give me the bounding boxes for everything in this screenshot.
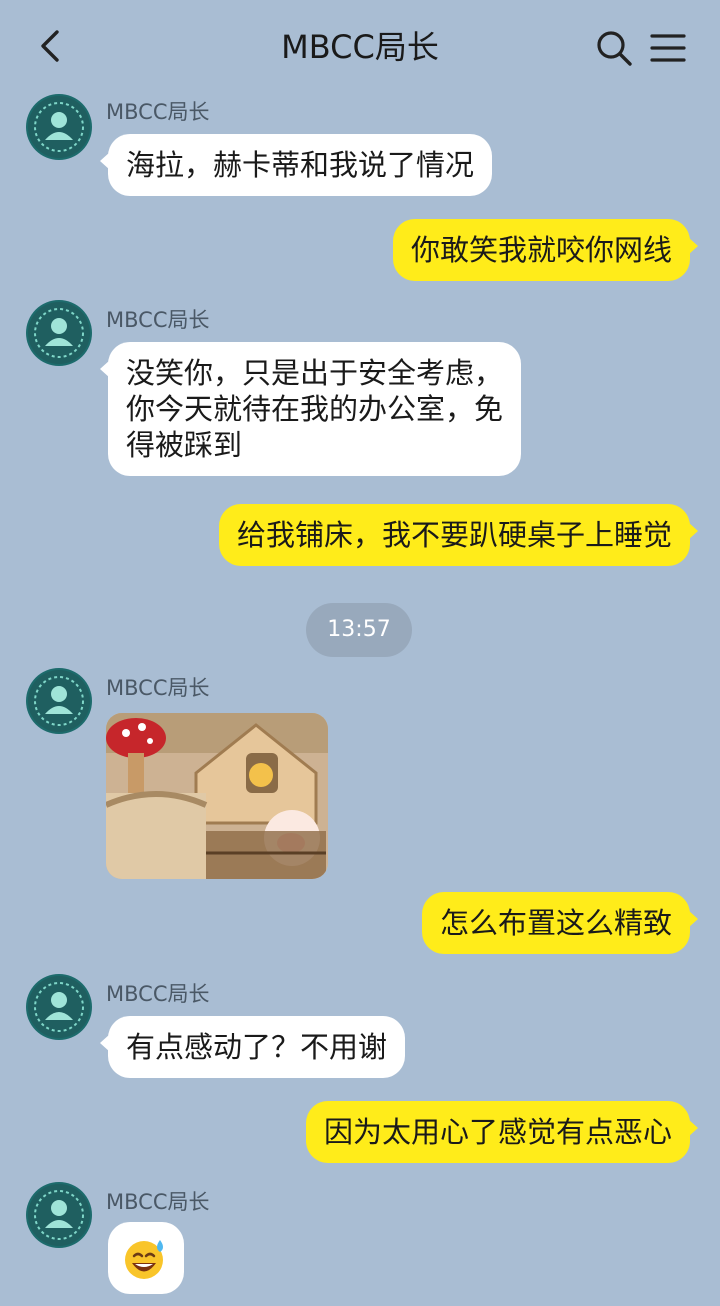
timestamp-badge: 13:57 (306, 603, 412, 657)
chat-header: MBCC局长 (0, 0, 720, 92)
message-text: 海拉，赫卡蒂和我说了情况 (126, 148, 475, 182)
message-bubble-outgoing[interactable]: 因为太用心了感觉有点恶心 (305, 1101, 699, 1163)
shared-photo[interactable] (106, 713, 328, 879)
sender-name: MBCC局长 (106, 1190, 210, 1214)
sender-name: MBCC局长 (106, 308, 210, 332)
emoji-message[interactable] (108, 1222, 184, 1294)
message-bubble-outgoing[interactable]: 怎么布置这么精致 (421, 892, 699, 954)
avatar-icon (28, 1184, 90, 1246)
avatar[interactable] (26, 300, 92, 366)
message-text: 你敢笑我就咬你网线 (410, 233, 672, 267)
message-text-line: 没笑你，只是出于安全考虑， (126, 356, 504, 390)
menu-icon[interactable] (648, 28, 688, 68)
avatar[interactable] (26, 1182, 92, 1248)
sender-name: MBCC局长 (106, 100, 210, 124)
avatar-icon (28, 302, 90, 364)
sender-name: MBCC局长 (106, 982, 210, 1006)
avatar[interactable] (26, 974, 92, 1040)
avatar-icon (28, 670, 90, 732)
message-text-line: 你今天就待在我的办公室，免 (126, 392, 504, 426)
message-bubble-incoming[interactable]: 有点感动了？不用谢 (99, 1016, 406, 1078)
photo-thumbnail (106, 713, 328, 879)
avatar-icon (28, 976, 90, 1038)
search-icon[interactable] (594, 28, 634, 68)
message-bubble-incoming[interactable]: 海拉，赫卡蒂和我说了情况 (99, 134, 493, 196)
sweat-smile-emoji-icon (125, 1240, 163, 1279)
avatar[interactable] (26, 94, 92, 160)
message-text: 给我铺床，我不要趴硬桌子上睡觉 (236, 518, 672, 552)
message-bubble-outgoing[interactable]: 给我铺床，我不要趴硬桌子上睡觉 (218, 504, 699, 566)
message-bubble-outgoing[interactable]: 你敢笑我就咬你网线 (392, 219, 699, 281)
message-bubble-incoming[interactable]: 没笑你，只是出于安全考虑， 你今天就待在我的办公室，免 得被踩到 (99, 342, 522, 476)
sender-name: MBCC局长 (106, 676, 210, 700)
message-text: 有点感动了？不用谢 (126, 1030, 388, 1064)
message-text: 怎么布置这么精致 (439, 906, 672, 940)
avatar[interactable] (26, 668, 92, 734)
message-text: 因为太用心了感觉有点恶心 (323, 1115, 672, 1149)
avatar-icon (28, 96, 90, 158)
message-text-line: 得被踩到 (126, 428, 243, 462)
